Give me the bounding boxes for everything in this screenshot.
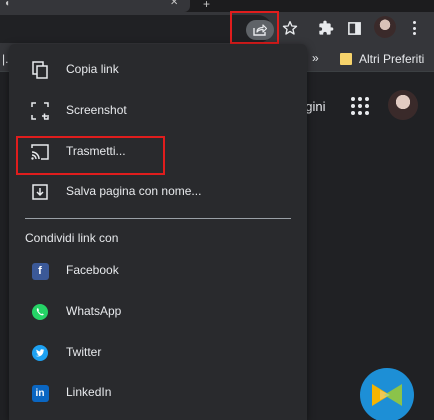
screenshot-item[interactable]: Screenshot [9, 91, 307, 131]
cast-label: Trasmetti... [66, 144, 126, 158]
folder-icon [340, 53, 352, 65]
twitter-label: Twitter [66, 345, 102, 359]
share-twitter-item[interactable]: Twitter [9, 333, 307, 373]
twitter-icon [31, 344, 49, 362]
share-with-heading: Condividi link con [25, 231, 119, 245]
share-menu: Copia link Screenshot Trasmetti... Salva… [9, 44, 307, 420]
share-facebook-item[interactable]: f Facebook [9, 251, 307, 291]
puzzle-icon [319, 20, 334, 35]
copy-link-label: Copia link [66, 62, 119, 76]
linkedin-label: LinkedIn [66, 385, 112, 399]
save-page-label: Salva pagina con nome... [66, 184, 202, 198]
browser-tab[interactable]: ◖ ✕ [0, 0, 190, 12]
site-logo [360, 368, 414, 420]
share-button-highlight [230, 11, 279, 44]
star-icon [282, 21, 298, 35]
facebook-icon: f [31, 262, 49, 280]
whatsapp-label: WhatsApp [66, 304, 122, 318]
save-page-item[interactable]: Salva pagina con nome... [9, 172, 307, 212]
bookmarks-overflow-chevron-icon[interactable]: » [312, 51, 319, 65]
download-icon [31, 183, 49, 201]
new-tab-icon[interactable]: + [203, 0, 213, 11]
side-panel-icon [347, 21, 361, 35]
other-bookmarks-folder[interactable]: Altri Preferiti [359, 52, 424, 66]
bookmark-star-button[interactable] [281, 19, 299, 37]
linkedin-icon: in [31, 384, 49, 402]
logo-mark [372, 384, 402, 406]
screenshot-icon [31, 102, 49, 120]
cast-icon [31, 143, 49, 161]
copy-link-item[interactable]: Copia link [9, 50, 307, 90]
share-linkedin-item[interactable]: in LinkedIn [9, 373, 307, 413]
profile-avatar[interactable] [374, 16, 396, 38]
bookmark-fragment[interactable]: |. [2, 52, 8, 66]
facebook-label: Facebook [66, 263, 119, 277]
side-panel-button[interactable] [345, 19, 363, 37]
whatsapp-icon [31, 303, 49, 321]
share-whatsapp-item[interactable]: WhatsApp [9, 292, 307, 332]
cast-item[interactable]: Trasmetti... [9, 132, 307, 172]
tab-strip: ◖ ✕ + [0, 0, 434, 12]
copy-icon [31, 61, 49, 79]
more-vert-icon[interactable] [408, 18, 420, 38]
browser-toolbar [0, 12, 434, 46]
menu-divider [25, 218, 291, 219]
account-avatar[interactable] [388, 90, 418, 120]
apps-grid-icon[interactable] [351, 97, 369, 115]
screenshot-label: Screenshot [66, 103, 127, 117]
tab-favicon-icon: ◖ [4, 0, 11, 9]
tab-close-icon[interactable]: ✕ [170, 0, 178, 8]
extensions-button[interactable] [317, 19, 335, 37]
